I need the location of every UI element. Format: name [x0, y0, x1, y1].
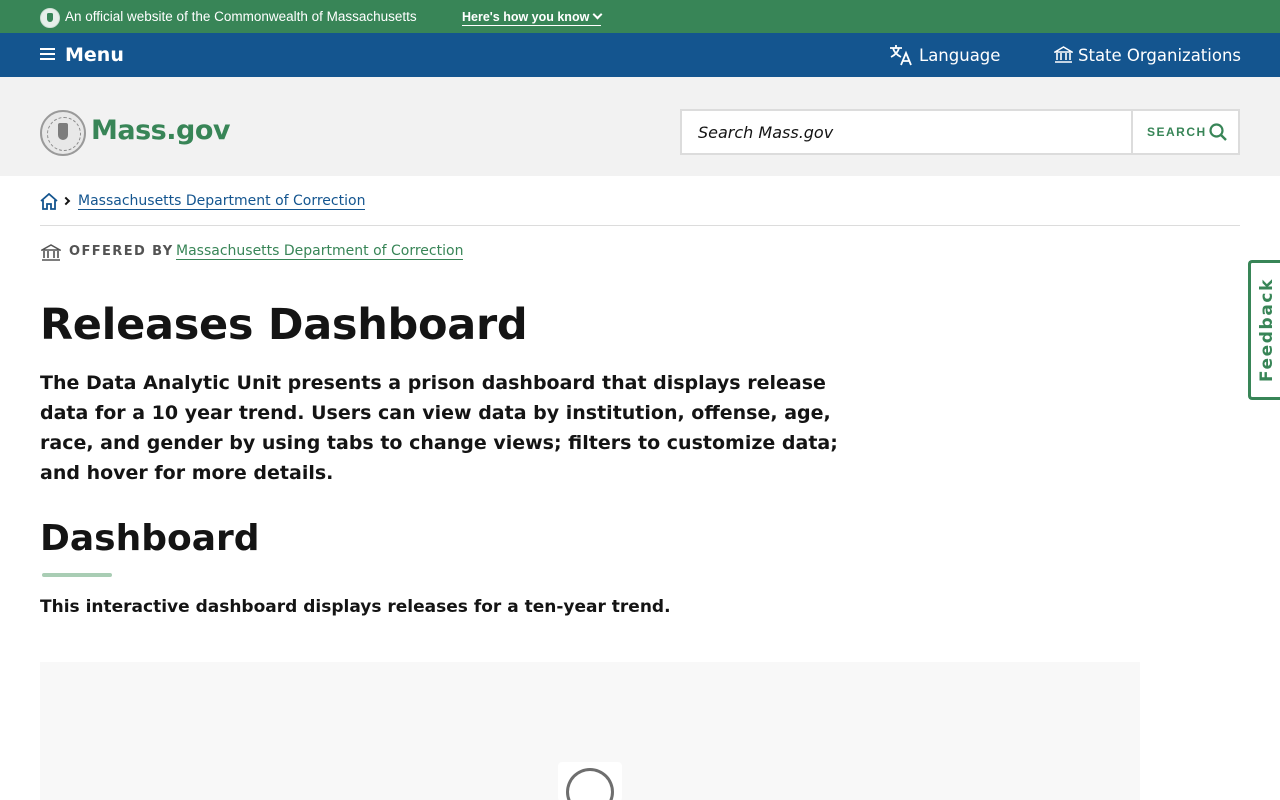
chevron-right-icon	[61, 196, 71, 206]
how-you-know-toggle[interactable]: Here's how you know	[462, 9, 603, 26]
page-lede: The Data Analytic Unit presents a prison…	[40, 372, 838, 484]
commonwealth-seal-icon	[40, 110, 86, 156]
offered-by-link[interactable]: Massachusetts Department of Correction	[176, 243, 464, 260]
utility-nav: Menu Language State Organizations	[0, 33, 1280, 77]
search-icon	[1209, 123, 1227, 141]
building-icon	[1054, 46, 1073, 63]
hamburger-icon	[40, 48, 55, 60]
search-form: SEARCH	[680, 109, 1240, 155]
logo-text: Mass.gov	[91, 115, 230, 146]
official-banner: An official website of the Commonwealth …	[0, 0, 1280, 33]
menu-label: Menu	[65, 44, 124, 66]
breadcrumb-divider	[40, 225, 1240, 226]
section-underline	[42, 573, 112, 577]
state-organizations-label: State Organizations	[1078, 46, 1242, 65]
feedback-tab[interactable]: Feedback	[1248, 260, 1280, 400]
breadcrumb-link-doc[interactable]: Massachusetts Department of Correction	[78, 193, 366, 210]
search-input[interactable]	[682, 111, 1131, 153]
loading-spinner-icon	[566, 768, 614, 800]
loading-indicator	[558, 762, 622, 800]
shield-seal-icon	[40, 8, 60, 28]
home-icon[interactable]	[40, 193, 58, 210]
feedback-label: Feedback	[1256, 278, 1277, 382]
translate-icon	[890, 45, 912, 66]
language-label: Language	[919, 46, 1001, 65]
page-title: Releases Dashboard	[40, 300, 528, 350]
section-title-dashboard: Dashboard	[40, 518, 260, 559]
chevron-down-icon	[592, 9, 603, 20]
official-banner-text: An official website of the Commonwealth …	[65, 9, 417, 24]
search-button-label: SEARCH	[1147, 125, 1207, 139]
section-description: This interactive dashboard displays rele…	[40, 597, 671, 617]
offered-by-label: OFFERED BY	[69, 244, 174, 259]
site-header: Mass.gov SEARCH	[0, 77, 1280, 176]
how-you-know-label: Here's how you know	[462, 10, 590, 24]
search-button[interactable]: SEARCH	[1131, 111, 1238, 153]
dashboard-embed[interactable]	[40, 662, 1140, 800]
building-icon	[41, 244, 61, 261]
